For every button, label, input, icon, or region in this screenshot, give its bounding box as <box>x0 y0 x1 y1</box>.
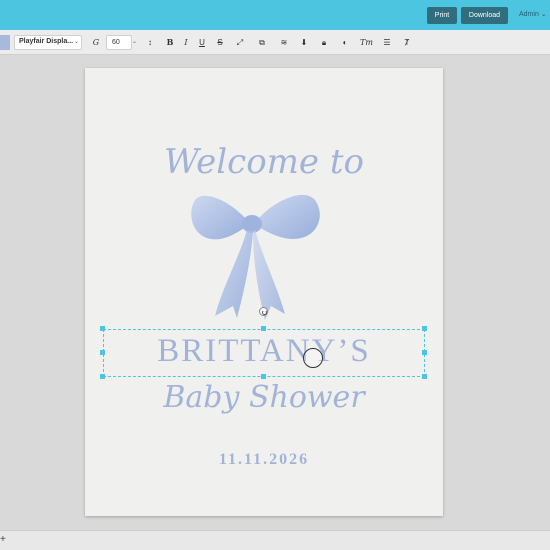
bottom-bar: + <box>0 530 550 550</box>
line-height-icon[interactable]: ↕ <box>144 36 156 49</box>
font-family-label: Playfair Displa... <box>19 38 74 45</box>
lock-icon[interactable]: 🔒︎ <box>318 36 330 49</box>
resize-icon[interactable]: ⤢ <box>234 36 246 49</box>
bold-icon[interactable]: B <box>164 36 176 49</box>
text-toolbar: Playfair Displa... ⌄ G 60 ⌄ ↕ B I U S ⤢ … <box>0 30 550 55</box>
rotate-handle-icon[interactable] <box>259 307 268 316</box>
resize-handle-bottom-left[interactable] <box>100 374 105 379</box>
resize-handle-top-right[interactable] <box>422 326 427 331</box>
user-menu[interactable]: Admin ⌄ <box>519 10 547 18</box>
color-swatch[interactable] <box>0 35 10 50</box>
download-icon[interactable]: ⬇ <box>298 36 310 49</box>
top-bar: Print Download Admin ⌄ <box>0 0 550 30</box>
bow-illustration[interactable] <box>177 188 327 323</box>
chevron-down-icon: ⌄ <box>73 39 79 45</box>
mouse-cursor-icon <box>303 348 323 368</box>
clear-format-icon[interactable]: Ⱦ <box>401 36 413 49</box>
resize-handle-right[interactable] <box>422 350 427 355</box>
resize-handle-bottom[interactable] <box>261 374 266 379</box>
italic-icon[interactable]: I <box>180 36 192 49</box>
strikethrough-icon[interactable]: S <box>214 36 226 49</box>
welcome-text[interactable]: Welcome to <box>85 142 443 182</box>
color-icon[interactable]: ◐ <box>339 36 351 49</box>
add-page-icon[interactable]: + <box>0 534 6 545</box>
download-button[interactable]: Download <box>461 7 508 24</box>
chevron-down-icon[interactable]: ⌄ <box>132 38 137 45</box>
font-family-select[interactable]: Playfair Displa... ⌄ <box>14 35 82 50</box>
font-size-input[interactable]: 60 <box>106 35 132 50</box>
duplicate-icon[interactable]: ⧉ <box>256 36 268 49</box>
text-effect-icon[interactable]: G <box>90 36 102 49</box>
layers-icon[interactable]: ≋ <box>278 36 290 49</box>
underline-icon[interactable]: U <box>196 36 208 49</box>
case-icon[interactable]: Tт <box>360 36 373 49</box>
print-button[interactable]: Print <box>427 7 457 24</box>
canvas-page[interactable]: Welcome to BRITTANY’S Baby Shower 11.11.… <box>85 68 443 516</box>
resize-handle-top[interactable] <box>261 326 266 331</box>
resize-handle-top-left[interactable] <box>100 326 105 331</box>
resize-handle-bottom-right[interactable] <box>422 374 427 379</box>
date-text[interactable]: 11.11.2026 <box>85 451 443 469</box>
subtitle-text[interactable]: Baby Shower <box>85 380 443 415</box>
resize-handle-left[interactable] <box>100 350 105 355</box>
list-icon[interactable]: ☰ <box>381 36 393 49</box>
selection-box <box>103 329 425 377</box>
